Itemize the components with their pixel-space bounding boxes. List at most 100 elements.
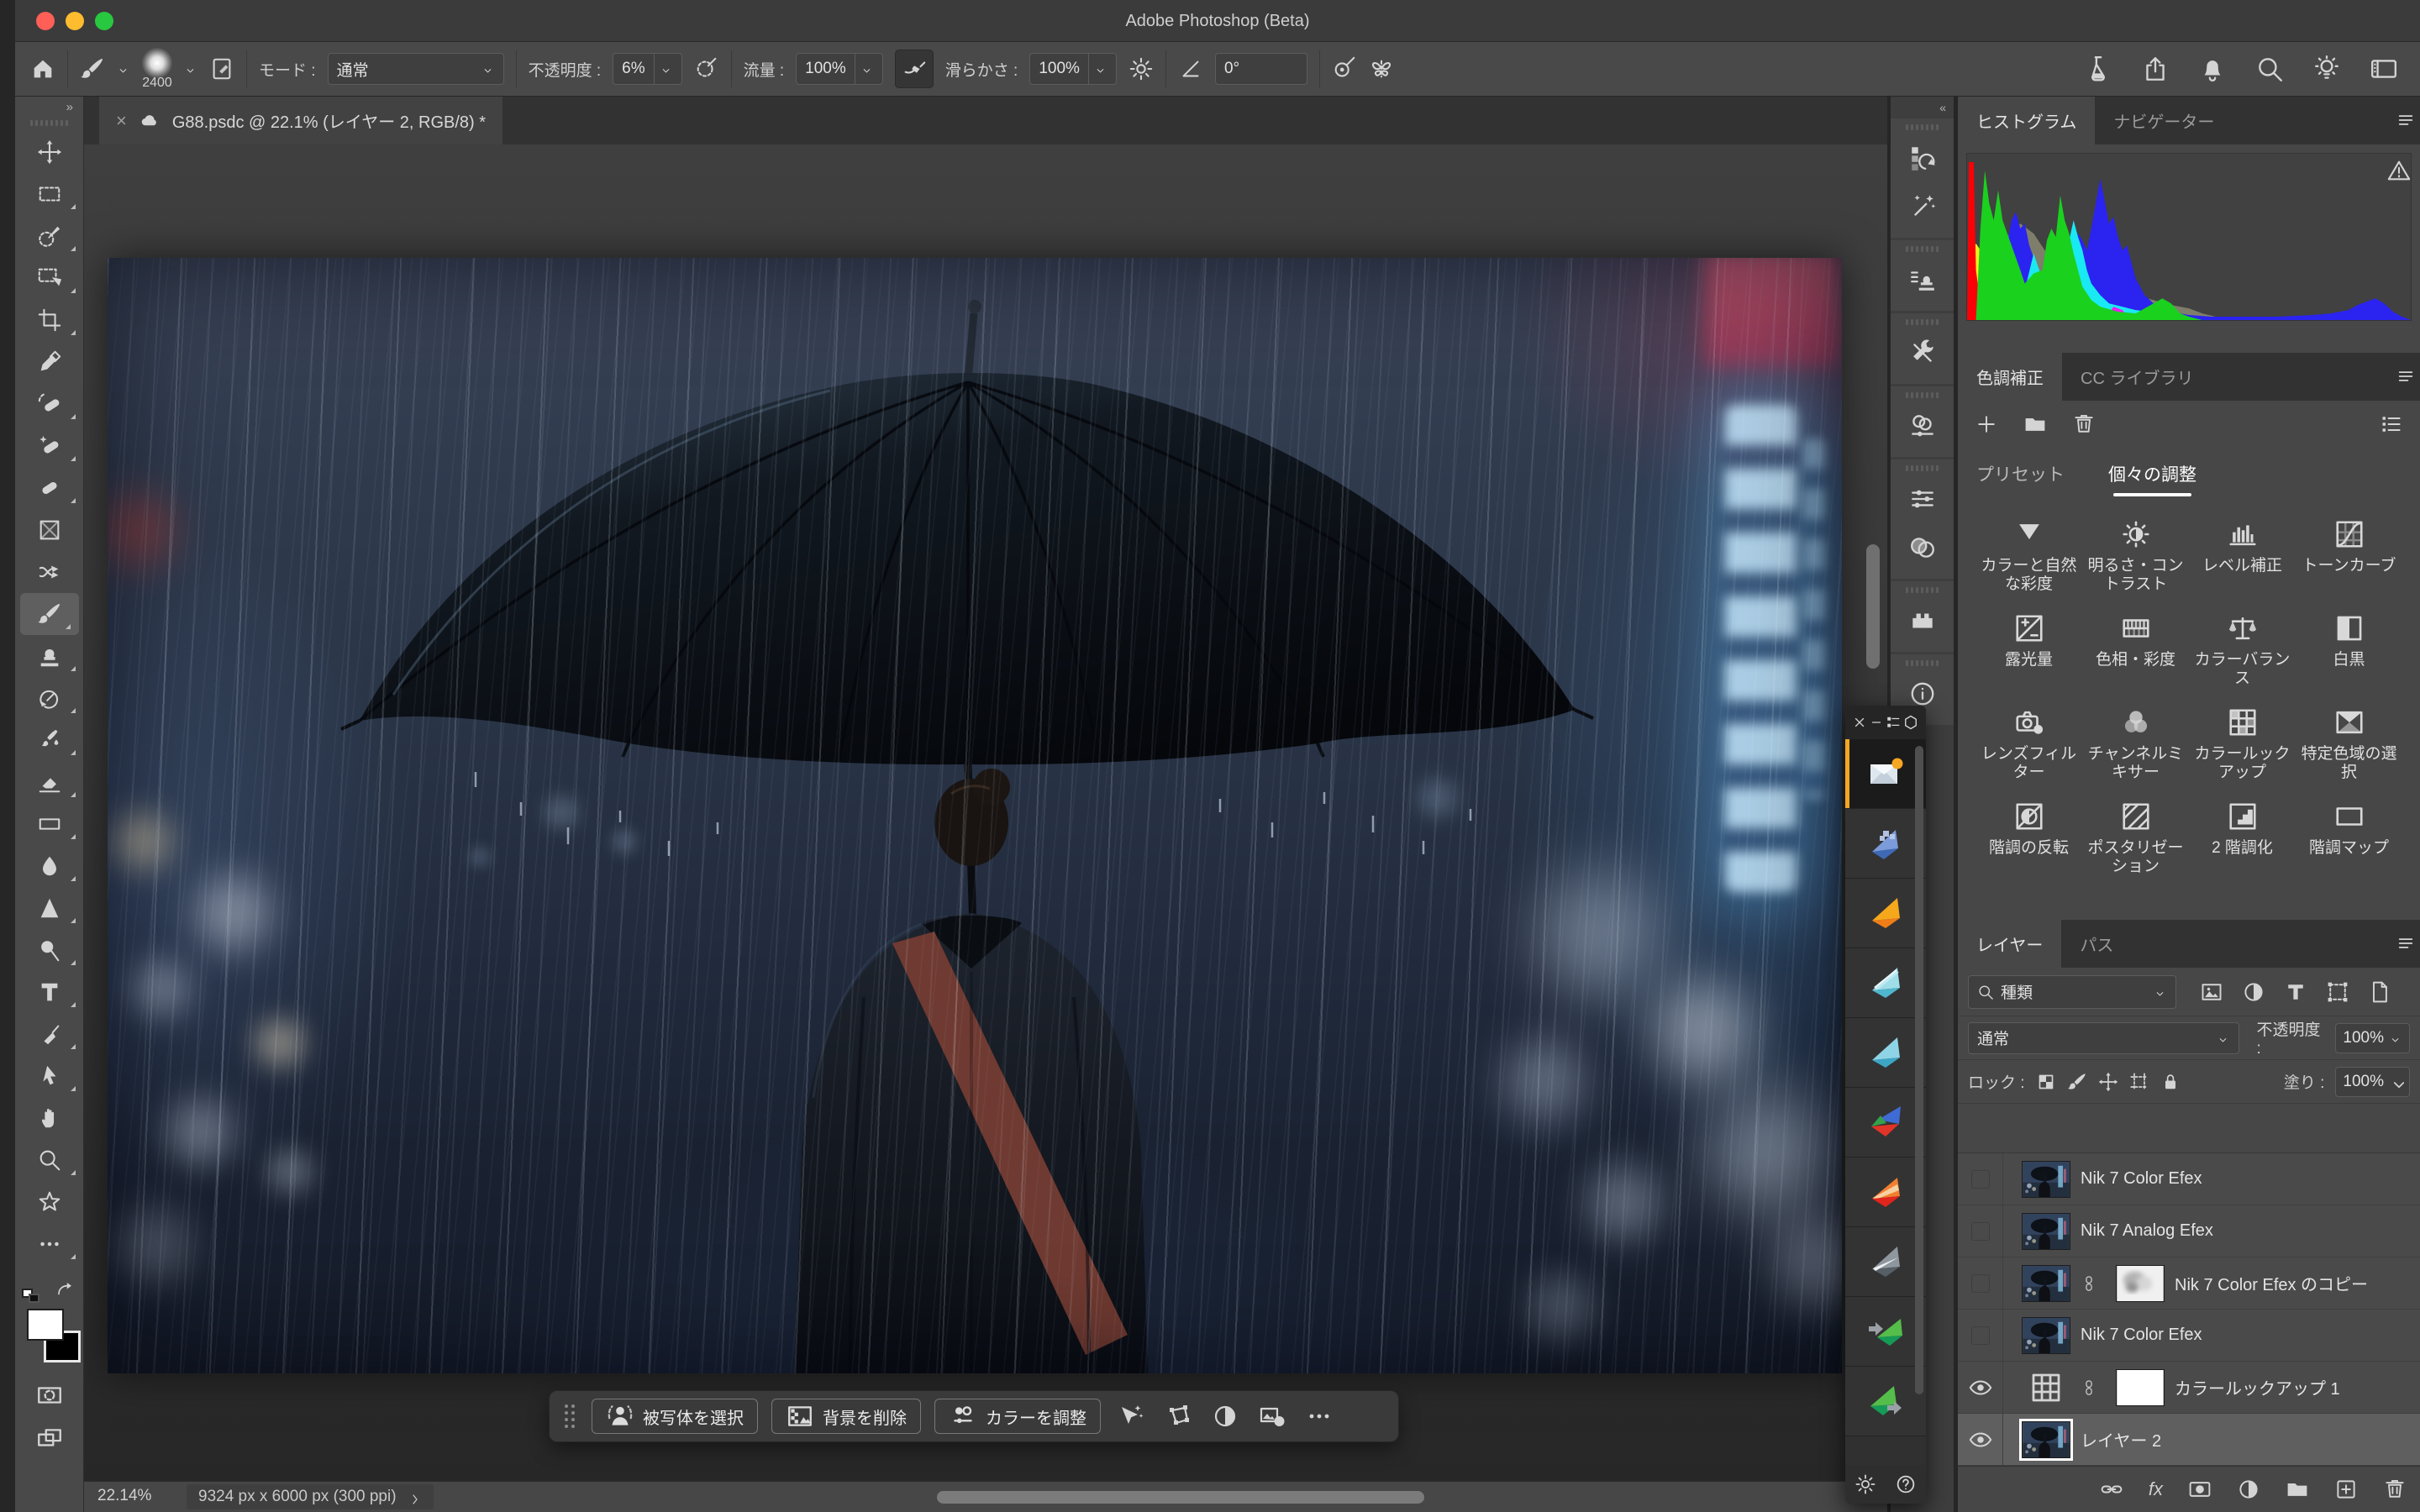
wrench-panel-icon[interactable]: [1891, 328, 1954, 377]
link-layers-icon[interactable]: [2100, 1478, 2123, 1501]
distort-button[interactable]: [1165, 1403, 1192, 1430]
visibility-toggle-empty[interactable]: [1958, 1310, 2003, 1361]
layer-row[interactable]: Nik 7 Color Efex のコピー: [1958, 1257, 2420, 1310]
adjustment-lookup[interactable]: カラールックアップ: [2193, 706, 2292, 782]
filter-smart-objects-icon[interactable]: [2368, 980, 2391, 1004]
layer-mask-thumbnail[interactable]: [2116, 1265, 2165, 1302]
vertical-scrollbar[interactable]: [1866, 544, 1880, 669]
close-tab-icon[interactable]: ×: [116, 110, 127, 132]
taskbar-grip[interactable]: [565, 1404, 575, 1428]
nik-messages-item[interactable]: [1845, 739, 1926, 809]
adjustment-brightness[interactable]: 明るさ・コントラスト: [2086, 518, 2186, 594]
adjustment-levels[interactable]: レベル補正: [2193, 518, 2292, 594]
history-undo-panel-icon[interactable]: [1891, 134, 1954, 182]
adjustment-posterize[interactable]: ポスタリゼーション: [2086, 801, 2186, 876]
tab-histogram[interactable]: ヒストグラム: [1958, 97, 2095, 144]
symmetry-icon[interactable]: [1369, 56, 1394, 81]
sliders-panel-icon[interactable]: [1891, 475, 1954, 523]
toolbar-expand-chevrons[interactable]: »: [15, 97, 83, 118]
dock-grip[interactable]: [1891, 463, 1954, 475]
search-icon[interactable]: [2255, 55, 2284, 83]
mask-link-icon[interactable]: [2081, 1375, 2097, 1400]
circles-slider-panel-icon[interactable]: [1891, 402, 1954, 450]
tool-history-brush[interactable]: [15, 677, 84, 719]
layer-thumbnail[interactable]: [2022, 1421, 2070, 1458]
trash-icon[interactable]: [2072, 412, 2096, 436]
adjustment-bw[interactable]: 白黒: [2300, 612, 2399, 688]
layer-name[interactable]: カラールックアップ 1: [2175, 1375, 2340, 1399]
lock-transparency-icon[interactable]: [2036, 1072, 2056, 1092]
tool-pen[interactable]: [15, 1013, 84, 1055]
quick-mask-icon[interactable]: [34, 1381, 66, 1410]
adjustment-photofilter[interactable]: レンズフィルター: [1980, 706, 2079, 782]
layer-name[interactable]: Nik 7 Color Efex のコピー: [2175, 1271, 2368, 1295]
nik-sharpener-item[interactable]: [1845, 1018, 1926, 1088]
toolbar-grip[interactable]: [15, 118, 83, 131]
pressure-size-icon[interactable]: [1332, 56, 1357, 81]
add-adjustment-icon[interactable]: [1975, 412, 1998, 436]
warning-icon[interactable]: [2386, 158, 2412, 183]
nik-color-efex-item[interactable]: [1845, 1088, 1926, 1158]
wand-panel-icon[interactable]: [1891, 182, 1954, 231]
tool-brush[interactable]: [20, 593, 79, 635]
lock-position-icon[interactable]: [2098, 1072, 2118, 1092]
brush-tip-picker[interactable]: 2400: [142, 48, 172, 90]
add-mask-icon[interactable]: [2188, 1478, 2212, 1501]
lock-all-icon[interactable]: [2160, 1072, 2181, 1092]
layer-filter-select[interactable]: 種類: [1968, 975, 2176, 1009]
dock-grip[interactable]: [1891, 317, 1954, 328]
subject-person-button[interactable]: 被写体を選択: [592, 1399, 758, 1434]
subtab-single-adjustments[interactable]: 個々の調整: [2108, 461, 2196, 486]
dock-grip[interactable]: [1891, 390, 1954, 402]
adjustment-balance[interactable]: カラーバランス: [2193, 612, 2292, 688]
lock-artboard-icon[interactable]: [2129, 1072, 2149, 1092]
layer-row[interactable]: Nik 7 Analog Efex: [1958, 1205, 2420, 1257]
swap-colors-icon[interactable]: [54, 1280, 74, 1300]
nik-scrollbar[interactable]: [1915, 746, 1923, 1394]
photo-canvas[interactable]: [108, 258, 1842, 1373]
tool-mixer-brush[interactable]: [15, 719, 84, 761]
gear-icon[interactable]: [1128, 56, 1154, 81]
opacity-field[interactable]: 6%: [613, 53, 681, 85]
canvas-viewport[interactable]: 被写体を選択背景を削除カラーを調整: [84, 144, 1887, 1481]
layer-thumbnail[interactable]: [2022, 1161, 2070, 1198]
minimize-icon[interactable]: [1869, 715, 1884, 730]
tool-healing-brush[interactable]: [15, 467, 84, 509]
tool-path-selection[interactable]: [15, 1055, 84, 1097]
blend-circles-panel-icon[interactable]: [1891, 523, 1954, 572]
tool-sharpen[interactable]: [15, 887, 84, 929]
layer-thumbnail[interactable]: [2022, 1213, 2070, 1250]
nik-analog-efex-item[interactable]: [1845, 1158, 1926, 1227]
adjustment-hue[interactable]: 色相・彩度: [2086, 612, 2186, 688]
layer-thumbnail[interactable]: [2022, 1317, 2070, 1354]
panel-menu-icon[interactable]: [2395, 365, 2417, 387]
remove-bg-button[interactable]: 背景を削除: [771, 1399, 921, 1434]
beta-flask-icon[interactable]: [2084, 55, 2112, 83]
notifications-bell-icon[interactable]: [2198, 55, 2227, 83]
tool-remove[interactable]: [15, 383, 84, 425]
home-icon[interactable]: [30, 56, 55, 81]
dock-grip[interactable]: [1891, 658, 1954, 669]
nik-perspective-item[interactable]: [1845, 809, 1926, 879]
nik-recent-in-item[interactable]: [1845, 1297, 1926, 1367]
tool-selection-brush[interactable]: [15, 215, 84, 257]
lego-panel-icon[interactable]: [1891, 596, 1954, 645]
nik-recent-out-item[interactable]: [1845, 1367, 1926, 1436]
adjustment-vibrance[interactable]: カラーと自然な彩度: [1980, 518, 2079, 594]
adjust-color-button[interactable]: カラーを調整: [934, 1399, 1101, 1434]
tool-type[interactable]: [15, 971, 84, 1013]
tool-object-selection[interactable]: [15, 257, 84, 299]
adjustment-threshold[interactable]: 2 階調化: [2193, 801, 2292, 876]
layer-blend-mode-select[interactable]: 通常: [1968, 1022, 2239, 1054]
adjustment-exposure[interactable]: 露光量: [1980, 612, 2079, 688]
layer-row[interactable]: Nik 7 Color Efex: [1958, 1153, 2420, 1205]
smoothing-field[interactable]: 100%: [1029, 53, 1117, 85]
layer-row[interactable]: カラールックアップ 1: [1958, 1362, 2420, 1414]
flow-field[interactable]: 100%: [796, 53, 883, 85]
panel-menu-icon[interactable]: [2395, 932, 2417, 954]
tab-navigator[interactable]: ナビゲーター: [2095, 97, 2233, 144]
tab-paths[interactable]: パス: [2061, 920, 2132, 968]
sparkle-cursor-button[interactable]: [1118, 1403, 1144, 1430]
foreground-color-swatch[interactable]: [27, 1309, 64, 1341]
tool-marquee[interactable]: [15, 173, 84, 215]
